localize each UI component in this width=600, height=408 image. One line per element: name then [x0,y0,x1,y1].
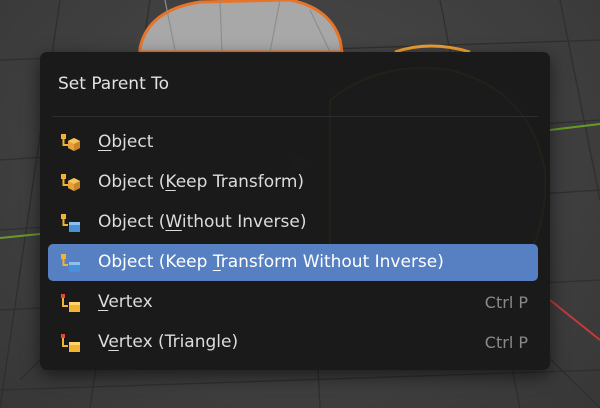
menu-item-label: Vertex (Triangle) [98,332,239,352]
menu-item[interactable]: Vertex Ctrl P [48,284,538,321]
set-parent-menu: Set Parent To Object Object (Keep Transfo… [40,52,550,370]
menu-item-label: Object [98,132,154,152]
menu-item-shortcut: Ctrl P [484,293,528,312]
parent-object-icon [60,133,82,153]
menu-item[interactable]: Object (Keep Transform Without Inverse) [48,244,538,281]
menu-item[interactable]: Vertex (Triangle) Ctrl P [48,324,538,361]
menu-item-label: Vertex [98,292,153,312]
parent-object-icon [60,173,82,193]
parent-vertex-icon [60,333,82,353]
parent-vertex-icon [60,293,82,313]
menu-item[interactable]: Object [48,124,538,161]
menu-item-label: Object (Without Inverse) [98,212,307,232]
menu-item-label: Object (Keep Transform) [98,172,305,192]
menu-separator [52,116,538,117]
parent-without-inverse-icon [60,213,82,233]
menu-item[interactable]: Object (Without Inverse) [48,204,538,241]
menu-item[interactable]: Object (Keep Transform) [48,164,538,201]
parent-without-inverse-icon [60,253,82,273]
menu-title: Set Parent To [58,74,170,94]
menu-item-label: Object (Keep Transform Without Inverse) [98,252,444,272]
menu-item-shortcut: Ctrl P [484,333,528,352]
